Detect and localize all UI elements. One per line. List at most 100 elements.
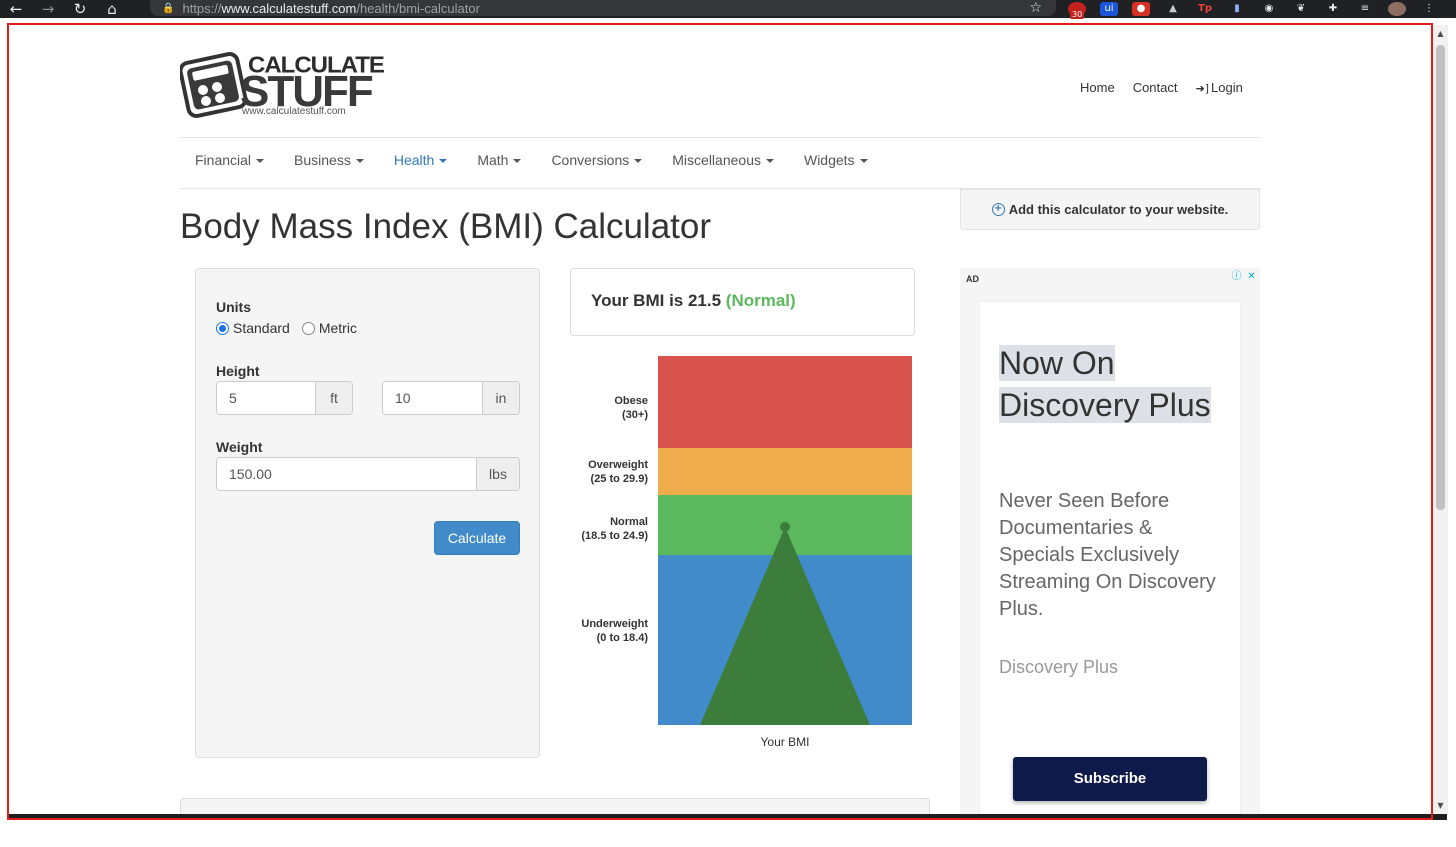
band-range: (25 to 29.9) xyxy=(590,473,648,485)
metric-radio[interactable] xyxy=(301,321,315,335)
advertisement: AD ⓘ ✕ Now On Discovery Plus Never Seen … xyxy=(960,268,1260,822)
page-scrollbar[interactable]: ▲ ▼ xyxy=(1433,25,1448,814)
scrollbar-thumb[interactable] xyxy=(1436,45,1445,510)
url-scheme: https:// xyxy=(182,0,222,16)
height-feet-group: ft xyxy=(216,381,353,415)
menu-label: Miscellaneous xyxy=(672,152,761,168)
caret-down-icon xyxy=(355,159,364,164)
ad-tag: AD xyxy=(966,274,979,284)
ad-headline-text: Now On Discovery Plus xyxy=(999,345,1211,423)
main-menu: Financial Business Health Math Conversio… xyxy=(180,152,883,168)
extension-badge: 30 xyxy=(1070,10,1085,19)
menu-label: Health xyxy=(393,152,435,168)
weight-label: Weight xyxy=(216,439,263,455)
extension-record-icon[interactable]: ● xyxy=(1132,2,1150,16)
menu-label: Financial xyxy=(195,152,252,168)
caret-down-icon xyxy=(439,159,448,164)
chart-x-label: Your BMI xyxy=(760,735,810,749)
extensions-puzzle-icon[interactable]: ✚ xyxy=(1324,2,1342,16)
weight-unit-addon: lbs xyxy=(476,458,519,490)
band-range: (0 to 18.4) xyxy=(596,632,648,644)
reload-icon[interactable]: ↻ xyxy=(64,0,96,18)
height-inches-group: in xyxy=(382,381,520,415)
url-host: www.calculatestuff.com xyxy=(221,0,357,16)
ad-headline: Now On Discovery Plus xyxy=(999,342,1219,426)
extension-ui-icon[interactable]: ui xyxy=(1100,2,1118,16)
height-feet-input[interactable] xyxy=(217,382,315,414)
menu-item-conversions[interactable]: Conversions xyxy=(536,152,657,168)
metric-label[interactable]: Metric xyxy=(319,320,357,336)
menu-item-business[interactable]: Business xyxy=(279,152,379,168)
band-label-overweight: Overweight (25 to 29.9) xyxy=(588,458,648,486)
extension-tp-icon[interactable]: Tp xyxy=(1196,2,1214,16)
home-link[interactable]: Home xyxy=(1080,80,1115,95)
menu-item-financial[interactable]: Financial xyxy=(180,152,279,168)
band-label-underweight: Underweight (0 to 18.4) xyxy=(581,617,648,645)
menu-label: Math xyxy=(477,152,509,168)
profile-avatar[interactable] xyxy=(1388,2,1406,16)
menu-item-miscellaneous[interactable]: Miscellaneous xyxy=(657,152,789,168)
browser-menu-icon[interactable]: ⋮ xyxy=(1420,2,1438,16)
band-name: Overweight xyxy=(588,459,648,471)
caret-down-icon xyxy=(256,159,265,164)
standard-radio[interactable] xyxy=(216,321,229,335)
reading-list-icon[interactable]: ≡ xyxy=(1356,2,1374,16)
bmi-status: (Normal) xyxy=(725,291,796,310)
caret-down-icon xyxy=(859,159,868,164)
bookmark-star-icon[interactable]: ☆ xyxy=(1029,0,1042,16)
menu-item-math[interactable]: Math xyxy=(462,152,536,168)
ad-body: Never Seen Before Documentaries & Specia… xyxy=(999,490,1216,620)
extension-adblock-icon[interactable]: 30 xyxy=(1068,2,1086,19)
ad-close-icon[interactable]: ✕ xyxy=(1245,270,1258,283)
ad-controls: ⓘ ✕ xyxy=(1230,270,1258,283)
extension-bars-icon[interactable]: ▮ xyxy=(1228,2,1246,16)
menu-item-widgets[interactable]: Widgets xyxy=(789,152,883,168)
inches-unit-addon: in xyxy=(482,382,519,414)
band-range: (30+) xyxy=(622,409,648,421)
home-icon[interactable]: ⌂ xyxy=(96,0,128,18)
units-radio-group: Standard Metric xyxy=(216,320,357,336)
calculate-button[interactable]: Calculate xyxy=(434,521,520,555)
caret-down-icon xyxy=(513,159,522,164)
login-link[interactable]: ➜] Login xyxy=(1196,80,1243,95)
menu-label: Business xyxy=(294,152,351,168)
weight-input[interactable] xyxy=(217,458,476,490)
extensions-row: 30 ui ● ▲ Tp ▮ ◉ ❦ ✚ ≡ ⋮ xyxy=(1068,0,1438,19)
add-widget-text: Add this calculator to your website. xyxy=(1008,202,1229,217)
extension-leaf-icon[interactable]: ❦ xyxy=(1292,2,1310,16)
url-path: /health/bmi-calculator xyxy=(356,0,480,16)
extension-globe-icon[interactable]: ◉ xyxy=(1260,2,1278,16)
login-label: Login xyxy=(1211,80,1243,95)
ad-info-icon[interactable]: ⓘ xyxy=(1230,270,1243,283)
scroll-up-icon[interactable]: ▲ xyxy=(1433,29,1448,38)
bmi-chart: Obese (30+) Overweight (25 to 29.9) Normal (1… xyxy=(570,352,920,752)
band-label-obese: Obese (30+) xyxy=(614,394,648,422)
ad-brand: Discovery Plus xyxy=(999,657,1119,677)
ad-card[interactable]: Now On Discovery Plus Never Seen Before … xyxy=(980,302,1240,822)
band-label-normal: Normal (18.5 to 24.9) xyxy=(581,515,648,543)
bmi-result: Your BMI is 21.5 (Normal) xyxy=(570,268,915,336)
menu-label: Conversions xyxy=(551,152,630,168)
band-name: Underweight xyxy=(581,618,648,630)
extension-arrow-icon[interactable]: ▲ xyxy=(1164,2,1182,16)
back-icon[interactable]: ← xyxy=(0,0,32,18)
height-inches-input[interactable] xyxy=(383,382,482,414)
header-divider xyxy=(180,137,1260,138)
contact-link[interactable]: Contact xyxy=(1133,80,1178,95)
scroll-down-icon[interactable]: ▼ xyxy=(1433,801,1448,810)
menu-label: Widgets xyxy=(803,152,855,168)
browser-toolbar: ← → ↻ ⌂ 🔒 https://www.calculatestuff.com… xyxy=(0,0,1456,19)
units-label: Units xyxy=(216,299,251,315)
site-logo[interactable]: CALCULATE STUFF www.calculatestuff.com xyxy=(180,50,385,118)
bmi-result-text: Your BMI is 21.5 xyxy=(591,291,722,310)
standard-label[interactable]: Standard xyxy=(233,320,290,336)
address-bar[interactable]: 🔒 https://www.calculatestuff.com/health/… xyxy=(150,0,1056,16)
add-calculator-widget[interactable]: + Add this calculator to your website. xyxy=(960,189,1260,230)
bmi-band-overweight xyxy=(658,448,912,495)
band-name: Obese xyxy=(614,395,648,407)
band-range: (18.5 to 24.9) xyxy=(581,530,648,542)
menu-item-health[interactable]: Health xyxy=(379,152,462,168)
weight-group: lbs xyxy=(216,457,520,491)
subscribe-button[interactable]: Subscribe xyxy=(1013,757,1207,801)
forward-icon[interactable]: → xyxy=(32,0,64,18)
